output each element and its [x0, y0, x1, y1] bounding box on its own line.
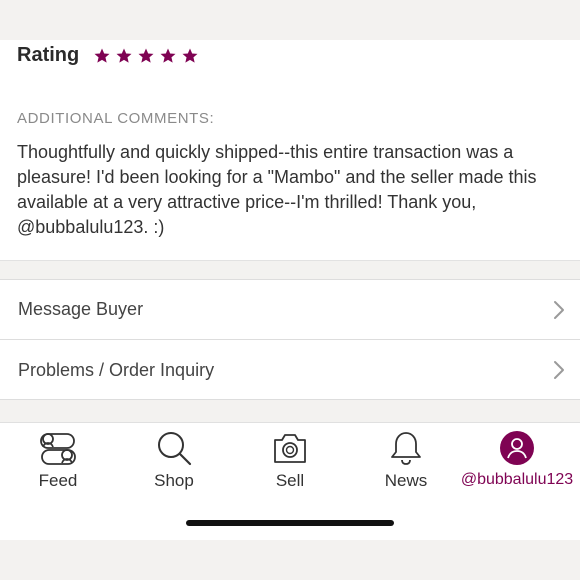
tab-shop-label: Shop: [154, 471, 194, 490]
tab-sell[interactable]: Sell: [232, 429, 348, 493]
tab-profile-label: @bubbalulu123: [460, 471, 574, 488]
tab-news-label: News: [384, 471, 428, 490]
bottom-background: [0, 540, 580, 580]
comments-heading: ADDITIONAL COMMENTS:: [17, 110, 215, 127]
star-rating: [93, 47, 203, 65]
profile-icon: [500, 431, 534, 465]
section-gap: [0, 261, 580, 280]
rating-label: Rating: [17, 44, 80, 66]
order-actions-menu: Message Buyer Problems / Order Inquiry: [0, 279, 580, 400]
order-inquiry-button[interactable]: Problems / Order Inquiry: [0, 340, 580, 400]
chevron-right-icon: [554, 301, 564, 319]
bell-icon: [391, 432, 421, 465]
search-icon: [158, 432, 192, 466]
message-buyer-label: Message Buyer: [18, 299, 144, 319]
message-buyer-button[interactable]: Message Buyer: [0, 280, 580, 340]
tab-feed-label: Feed: [38, 471, 78, 490]
tab-sell-label: Sell: [275, 471, 305, 490]
home-indicator[interactable]: [186, 520, 394, 526]
review-card: Rating ADDITIONAL COMMENTS: Thoughtfully…: [0, 40, 580, 260]
rating-row: Rating: [17, 44, 203, 67]
tab-news[interactable]: News: [348, 429, 464, 493]
feed-icon: [40, 433, 76, 465]
chevron-right-icon: [554, 361, 564, 379]
tab-feed[interactable]: Feed: [0, 429, 116, 493]
star-icon: [94, 48, 110, 63]
camera-icon: [274, 434, 306, 463]
star-icon: [182, 48, 198, 63]
tab-shop[interactable]: Shop: [116, 429, 232, 493]
star-icon: [116, 48, 132, 63]
section-gap: [0, 400, 580, 422]
top-background: [0, 0, 580, 40]
star-icon: [138, 48, 154, 63]
tab-profile[interactable]: @bubbalulu123: [459, 429, 575, 493]
comments-text: Thoughtfully and quickly shipped--this e…: [17, 142, 537, 237]
star-icon: [160, 48, 176, 63]
order-inquiry-label: Problems / Order Inquiry: [18, 359, 215, 380]
